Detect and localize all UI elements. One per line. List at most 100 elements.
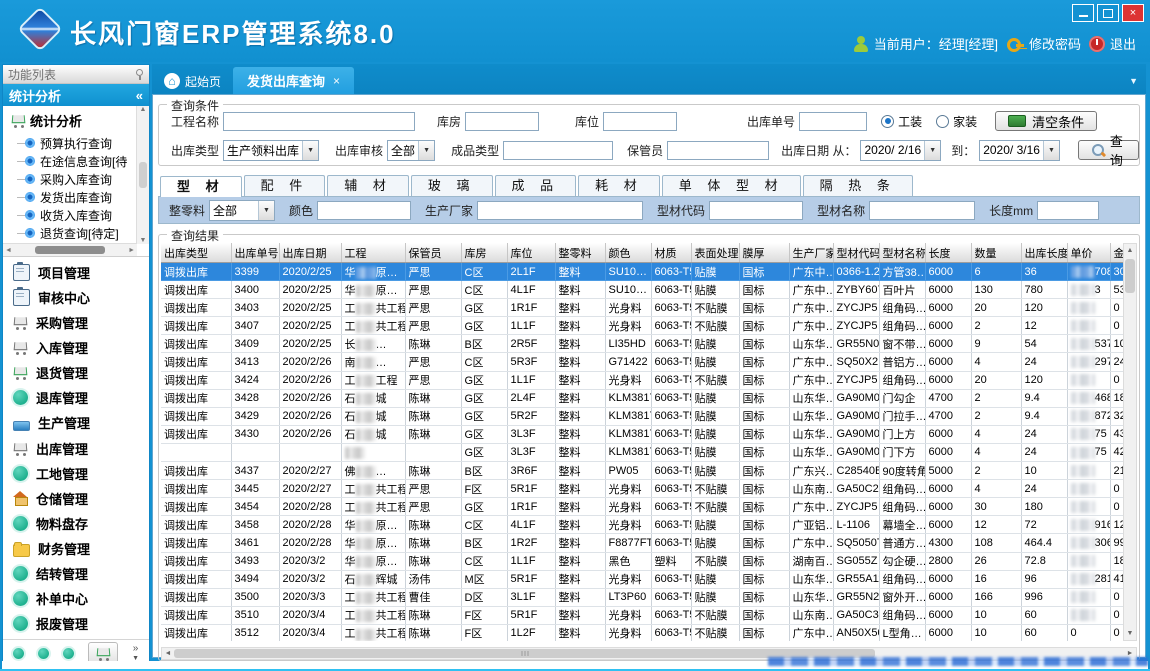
table-row[interactable]: 调拨出库34302020/2/26石城陈琳G区3L3F整料KLM38176063…: [161, 425, 1126, 443]
material-tab-1[interactable]: 型 材: [160, 176, 242, 197]
radio-jiazhuang[interactable]: 家装: [936, 113, 977, 130]
tree-item[interactable]: 收货入库查询: [9, 206, 135, 224]
column-header[interactable]: 长度: [925, 243, 971, 263]
material-tab-2[interactable]: 配 件: [244, 175, 326, 196]
material-tab-4[interactable]: 玻 璃: [411, 175, 493, 196]
sidebar-item-退货管理[interactable]: 退货管理: [3, 361, 149, 385]
column-header[interactable]: 出库长度: [1021, 243, 1067, 263]
more-modules-button[interactable]: »▼: [132, 644, 139, 663]
module-dot-icon[interactable]: [63, 648, 74, 659]
table-row[interactable]: G区3L3F整料KLM38176063-T5贴膜国标山东华…GA90M09.门下…: [161, 443, 1126, 461]
tree-item[interactable]: 发货出库查询: [9, 188, 135, 206]
table-row[interactable]: 调拨出库34002020/2/25华原…严思C区4L1F整料SU10…6063-…: [161, 281, 1126, 299]
scroll-down-icon[interactable]: ▼: [1127, 627, 1134, 640]
sidebar-item-补单中心[interactable]: 补单中心: [3, 587, 149, 611]
scroll-thumb[interactable]: [139, 162, 147, 188]
keeper-input[interactable]: [667, 141, 769, 160]
sidebar-item-工地管理[interactable]: 工地管理: [3, 461, 149, 485]
table-row[interactable]: 调拨出库34542020/2/28工共工程严思G区1R1F整料光身料6063-T…: [161, 498, 1126, 516]
audit-select[interactable]: 全部▼: [387, 140, 435, 161]
material-tab-8[interactable]: 隔 热 条: [803, 175, 913, 196]
sidebar-item-报废管理[interactable]: 报废管理: [3, 612, 149, 636]
color-input[interactable]: [317, 201, 411, 220]
column-header[interactable]: 保管员: [405, 243, 461, 263]
module-dot-icon[interactable]: [13, 648, 24, 659]
pin-icon[interactable]: [134, 68, 144, 80]
table-vertical-scrollbar[interactable]: ▲ ▼: [1123, 243, 1137, 641]
logout-button[interactable]: 退出: [1089, 34, 1136, 53]
sidebar-item-入库管理[interactable]: 入库管理: [3, 336, 149, 360]
column-header[interactable]: 出库单号: [231, 243, 279, 263]
scroll-left-icon[interactable]: ◄: [162, 650, 174, 657]
location-input[interactable]: [603, 112, 677, 131]
change-password-button[interactable]: 修改密码: [1006, 34, 1081, 53]
column-header[interactable]: 整零料: [555, 243, 605, 263]
material-tab-5[interactable]: 成 品: [495, 175, 577, 196]
radio-gongzhuang[interactable]: 工装: [881, 113, 922, 130]
table-row[interactable]: 调拨出库34072020/2/25工共工程严思G区1L1F整料光身料6063-T…: [161, 317, 1126, 335]
sidebar-item-财务管理[interactable]: 财务管理: [3, 537, 149, 561]
tab-close-icon[interactable]: ×: [333, 74, 340, 88]
outbound-type-select[interactable]: 生产领料出库▼: [223, 140, 319, 161]
column-header[interactable]: 材质: [651, 243, 691, 263]
tree-item[interactable]: 采购入库查询: [9, 170, 135, 188]
sidebar-item-出库管理[interactable]: 出库管理: [3, 436, 149, 460]
sidebar-item-物料盘存[interactable]: 物料盘存: [3, 511, 149, 535]
table-row[interactable]: 调拨出库34242020/2/26工工程严思G区1L1F整料光身料6063-T5…: [161, 371, 1126, 389]
column-header[interactable]: 颜色: [605, 243, 651, 263]
tab-overflow-icon[interactable]: ▼: [1129, 76, 1146, 94]
table-row[interactable]: 调拨出库34092020/2/25长…陈琳B区2R5F整料LI35HD6063-…: [161, 335, 1126, 353]
module-dot-icon[interactable]: [38, 648, 49, 659]
outbound-no-input[interactable]: [799, 112, 867, 131]
tree-root-node[interactable]: 统计分析: [11, 110, 149, 130]
table-row[interactable]: 调拨出库34612020/2/28华原…陈琳B区1R2F整料F8877FT606…: [161, 534, 1126, 552]
table-row[interactable]: 调拨出库34292020/2/26石城陈琳G区5R2F整料KLM38176063…: [161, 407, 1126, 425]
profile-code-input[interactable]: [709, 201, 803, 220]
whole-part-select[interactable]: 全部▼: [209, 200, 275, 221]
scroll-left-icon[interactable]: ◄: [5, 247, 12, 254]
minimize-button[interactable]: [1072, 4, 1094, 22]
manufacturer-input[interactable]: [477, 201, 643, 220]
column-header[interactable]: 数量: [971, 243, 1021, 263]
table-row[interactable]: 调拨出库34582020/2/28华原…陈琳C区4L1F整料光身料6063-T5…: [161, 516, 1126, 534]
tab-shipping-outbound-query[interactable]: 发货出库查询 ×: [233, 67, 354, 94]
column-header[interactable]: 生产厂家: [789, 243, 833, 263]
column-header[interactable]: 库位: [507, 243, 555, 263]
table-row[interactable]: 调拨出库34132020/2/26南…严思C区5R3F整料G714226063-…: [161, 353, 1126, 371]
sidebar-item-采购管理[interactable]: 采购管理: [3, 310, 149, 334]
table-row[interactable]: 调拨出库35002020/3/3工共工程曹佳D区3L1F整料LT3P606063…: [161, 588, 1126, 606]
project-name-input[interactable]: [223, 112, 415, 131]
warehouse-input[interactable]: [465, 112, 539, 131]
table-row[interactable]: 调拨出库34032020/2/25工共工程严思G区1R1F整料光身料6063-T…: [161, 299, 1126, 317]
table-row[interactable]: 调拨出库33992020/2/25华原…严思C区2L1F整料SU10…6063-…: [161, 263, 1126, 281]
table-row[interactable]: 调拨出库34932020/3/2华原…陈琳C区1L1F整料黑色塑料不贴膜国标湖南…: [161, 552, 1126, 570]
tree-item[interactable]: 预算执行查询: [9, 134, 135, 152]
scroll-up-icon[interactable]: ▲: [1127, 244, 1134, 257]
date-to-picker[interactable]: 2020/ 3/16▼: [979, 140, 1060, 161]
tree-horizontal-scrollbar[interactable]: ◄ ►: [3, 243, 137, 256]
scroll-thumb[interactable]: [1125, 259, 1135, 293]
table-row[interactable]: 调拨出库34452020/2/27工共工程严思F区5R1F整料光身料6063-T…: [161, 480, 1126, 498]
maximize-button[interactable]: [1097, 4, 1119, 22]
close-button[interactable]: ×: [1122, 4, 1144, 22]
column-header[interactable]: 表面处理: [691, 243, 739, 263]
material-tab-7[interactable]: 单 体 型 材: [662, 175, 801, 196]
column-header[interactable]: 型材名称: [879, 243, 925, 263]
collapse-icon[interactable]: «: [136, 88, 143, 103]
tree-item[interactable]: 退货查询[待定]: [9, 224, 135, 242]
tree-item[interactable]: 在途信息查询[待: [9, 152, 135, 170]
date-from-picker[interactable]: 2020/ 2/16▼: [860, 140, 941, 161]
profile-name-input[interactable]: [869, 201, 975, 220]
tree-vertical-scrollbar[interactable]: ▲ ▼: [136, 106, 149, 244]
table-row[interactable]: 调拨出库34282020/2/26石城陈琳G区2L4F整料KLM38176063…: [161, 389, 1126, 407]
material-tab-3[interactable]: 辅 材: [327, 175, 409, 196]
column-header[interactable]: 型材代码: [833, 243, 879, 263]
column-header[interactable]: 单价: [1067, 243, 1110, 263]
tab-home[interactable]: ⌂ 起始页: [152, 68, 233, 94]
scroll-up-icon[interactable]: ▲: [140, 106, 147, 113]
scroll-right-icon[interactable]: ►: [1124, 650, 1136, 657]
table-row[interactable]: 调拨出库34942020/3/2石辉城汤伟M区5R1F整料光身料6063-T5贴…: [161, 570, 1126, 588]
scroll-right-icon[interactable]: ►: [128, 247, 135, 254]
clear-conditions-button[interactable]: 清空条件: [995, 111, 1097, 131]
sidebar-item-审核中心[interactable]: 审核中心: [3, 285, 149, 309]
